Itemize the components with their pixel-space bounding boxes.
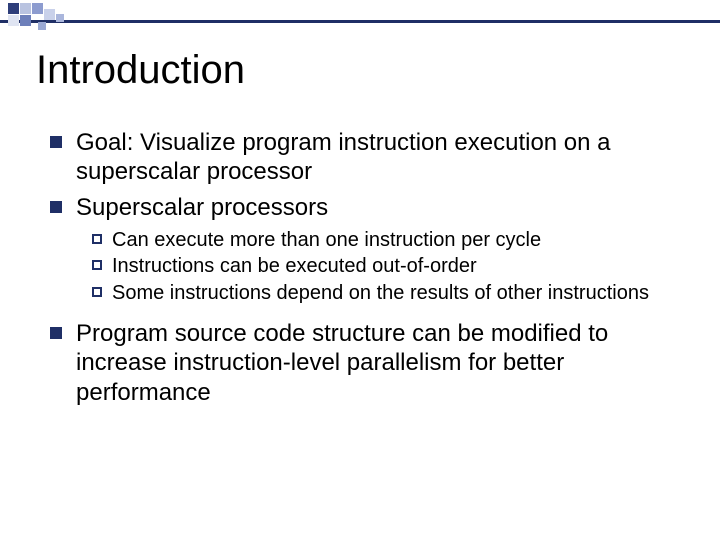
- bullet-level2: Can execute more than one instruction pe…: [92, 228, 670, 252]
- hollow-square-icon: [92, 234, 102, 244]
- hollow-square-icon: [92, 287, 102, 297]
- bullet-level1: Goal: Visualize program instruction exec…: [50, 128, 670, 187]
- slide-body: Goal: Visualize program instruction exec…: [50, 128, 670, 413]
- bullet-text: Superscalar processors: [76, 193, 328, 222]
- decoration-bar: [0, 20, 720, 23]
- bullet-text: Goal: Visualize program instruction exec…: [76, 128, 670, 187]
- hollow-square-icon: [92, 260, 102, 270]
- bullet-level2: Some instructions depend on the results …: [92, 281, 670, 305]
- decoration-square: [20, 3, 31, 14]
- sub-bullet-group: Can execute more than one instruction pe…: [92, 228, 670, 305]
- filled-square-icon: [50, 201, 62, 213]
- sub-bullet-text: Can execute more than one instruction pe…: [112, 228, 541, 252]
- decoration-square: [44, 9, 55, 20]
- decoration-square: [20, 15, 31, 26]
- decoration-square: [56, 14, 64, 22]
- filled-square-icon: [50, 136, 62, 148]
- filled-square-icon: [50, 327, 62, 339]
- sub-bullet-text: Instructions can be executed out-of-orde…: [112, 254, 477, 278]
- bullet-level2: Instructions can be executed out-of-orde…: [92, 254, 670, 278]
- decoration-square: [32, 3, 43, 14]
- decoration-square: [38, 22, 46, 30]
- sub-bullet-text: Some instructions depend on the results …: [112, 281, 649, 305]
- bullet-text: Program source code structure can be mod…: [76, 319, 670, 407]
- slide-title: Introduction: [36, 48, 245, 93]
- bullet-level1: Program source code structure can be mod…: [50, 319, 670, 407]
- decoration-square: [8, 3, 19, 14]
- bullet-level1: Superscalar processors: [50, 193, 670, 222]
- decoration-square: [8, 15, 19, 26]
- slide-decoration: [0, 0, 720, 30]
